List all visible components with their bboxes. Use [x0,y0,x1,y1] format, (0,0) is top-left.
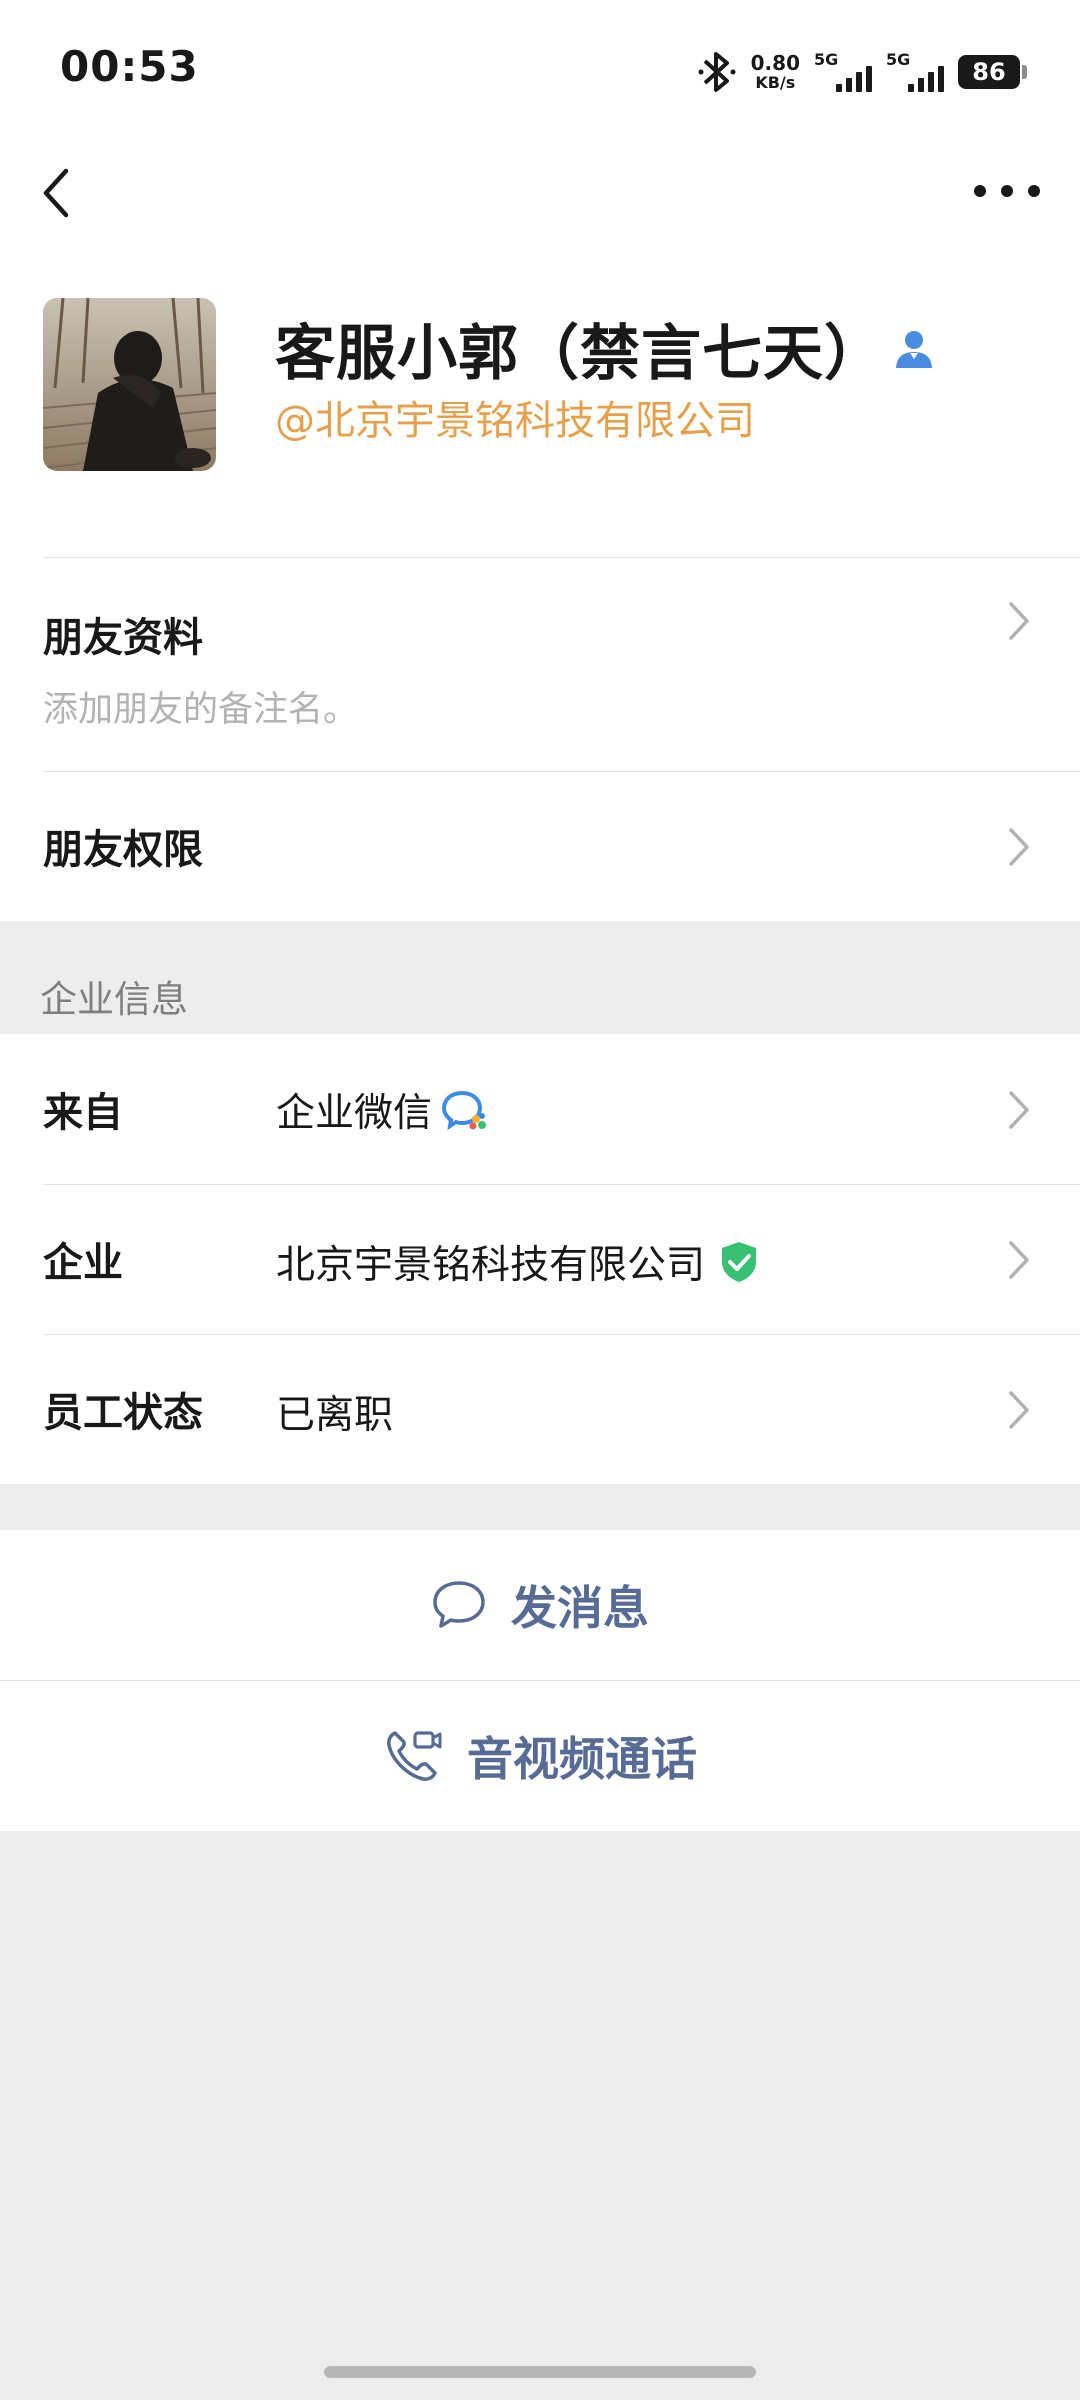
more-options-icon[interactable] [974,171,1040,211]
enterprise-value-text: 北京宇景铭科技有限公司 [276,1243,706,1288]
status-icons: 0.80 KB/s 5G 5G 86 [697,48,1027,96]
network-speed-unit: KB/s [755,73,796,92]
enterprise-section-header: 企业信息 [0,921,1080,1034]
back-arrow-icon[interactable] [32,163,84,223]
signal-sim1-icon: 5G [814,50,872,94]
friend-profile-label: 朋友资料 [43,615,203,661]
chevron-right-icon [1009,1091,1029,1129]
avatar[interactable] [43,298,216,471]
send-message-label: 发消息 [511,1581,649,1635]
network-speed-value: 0.80 [750,51,800,75]
battery-icon: 86 [958,55,1027,89]
av-call-button[interactable]: 音视频通话 [0,1681,1080,1831]
friend-permissions-row[interactable]: 朋友权限 [0,771,1080,921]
friend-permissions-label: 朋友权限 [43,827,203,873]
enterprise-section-title: 企业信息 [40,978,188,1021]
home-indicator[interactable] [324,2366,756,2378]
chevron-right-icon [1009,602,1029,640]
wecom-logo-icon [442,1090,487,1131]
source-label: 来自 [43,1090,123,1136]
name-row: 客服小郭（禁言七天） [275,305,937,392]
chevron-right-icon [1009,828,1029,866]
company-tag[interactable]: @北京宇景铭科技有限公司 [275,388,755,446]
employee-status-label: 员工状态 [43,1390,203,1436]
employee-status-row[interactable]: 员工状态 已离职 [0,1334,1080,1484]
contact-name: 客服小郭（禁言七天） [275,319,885,389]
profile-header: 客服小郭（禁言七天） @北京宇景铭科技有限公司 [0,250,1080,557]
verified-shield-icon [722,1242,757,1282]
battery-level: 86 [972,58,1006,86]
source-row[interactable]: 来自 企业微信 [0,1034,1080,1184]
enterprise-contact-icon [896,330,932,368]
enterprise-value: 北京宇景铭科技有限公司 [276,1234,759,1290]
av-call-label: 音视频通话 [467,1732,697,1786]
chat-bubble-icon [433,1581,485,1628]
phone-video-icon [387,1731,442,1781]
enterprise-label: 企业 [43,1240,123,1286]
sim1-label: 5G [814,50,839,69]
nav-bar [0,135,1080,250]
chevron-right-icon [1009,1241,1029,1279]
source-value: 企业微信 [276,1082,488,1138]
friend-profile-row[interactable]: 朋友资料 添加朋友的备注名。 [0,557,1080,771]
friend-section: 朋友资料 添加朋友的备注名。 朋友权限 [0,557,1080,921]
enterprise-row[interactable]: 企业 北京宇景铭科技有限公司 [0,1184,1080,1334]
status-time: 00:53 [60,42,199,91]
send-message-button[interactable]: 发消息 [0,1530,1080,1680]
network-speed: 0.80 KB/s [751,53,800,91]
source-value-text: 企业微信 [276,1091,433,1136]
contact-profile-screen: 00:53 0.80 KB/s 5G 5G 86 客服小郭（禁言七天） @北京宇… [0,0,1080,2400]
status-bar: 00:53 0.80 KB/s 5G 5G 86 [0,0,1080,135]
bluetooth-icon [698,52,736,92]
sim2-label: 5G [886,50,911,69]
remark-hint: 添加朋友的备注名。 [43,690,359,730]
chevron-right-icon [1009,1391,1029,1429]
signal-sim2-icon: 5G [886,50,944,94]
employee-status-value: 已离职 [276,1393,394,1438]
enterprise-section: 来自 企业微信 企业 北京宇景铭科技有限公司 员工状态 已离职 [0,1034,1080,1484]
